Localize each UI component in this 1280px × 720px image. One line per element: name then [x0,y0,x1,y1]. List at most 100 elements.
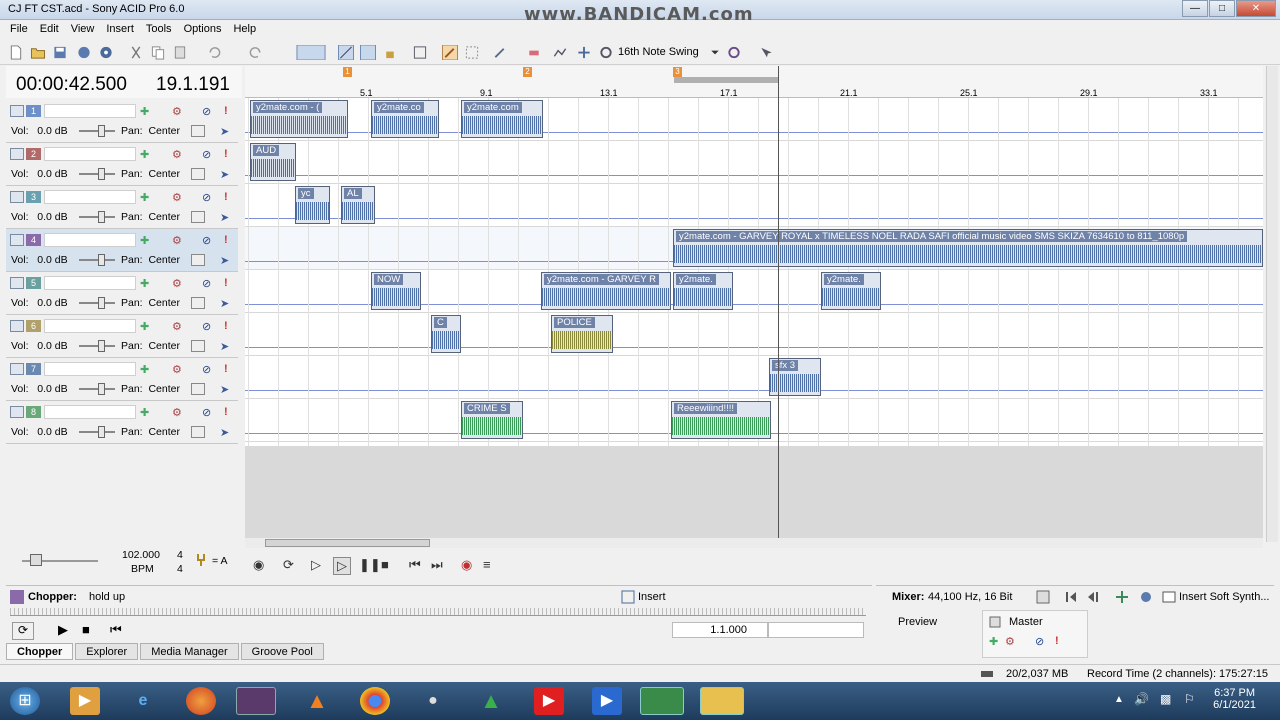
solo-icon[interactable]: ! [224,191,228,203]
metronome-icon[interactable]: ≡ [483,557,491,572]
ruler-marker[interactable]: 3 [673,67,682,77]
track-fx-icon[interactable]: ✚ [140,105,149,118]
chopper-loop-icon[interactable]: ⟳ [12,622,34,640]
solo-icon[interactable]: ! [224,363,228,375]
track-name-field[interactable] [44,104,136,118]
pan-readout[interactable]: Pan: Center [121,125,180,137]
volume-readout[interactable]: Vol: 0.0 dB [11,340,68,352]
system-clock[interactable]: 6:37 PM 6/1/2021 [1213,687,1256,711]
groove-pool-icon[interactable] [726,45,742,60]
master-slider-knob[interactable] [30,554,42,566]
player-icon[interactable]: ▶ [592,687,622,715]
track-expand-icon[interactable] [10,148,24,160]
close-button[interactable]: ✕ [1236,0,1276,17]
audio-event[interactable]: y2mate.com - GARVEY ROYAL x TIMELESS NOE… [673,229,1263,267]
chopper-length-field[interactable] [768,622,864,638]
track-fx-icon[interactable]: ✚ [140,191,149,204]
chopper-insert-button[interactable]: Insert [638,591,666,603]
track-fx-icon[interactable]: ✚ [140,277,149,290]
track-settings-icon[interactable]: ⚙ [172,406,182,419]
envelope-tool-icon[interactable] [552,45,568,60]
track-header[interactable]: 3 ✚ ⚙ ⊘ ! Vol: 0.0 dB Pan: Center ➤ [6,186,238,229]
firefox-icon[interactable] [186,687,216,715]
track-name-field[interactable] [44,319,136,333]
master-fx-icon[interactable]: ✚ [989,635,998,648]
media-player-icon[interactable]: ▶ [70,687,100,715]
save-icon[interactable] [52,45,68,60]
pan-readout[interactable]: Pan: Center [121,383,180,395]
split-tool-icon[interactable] [576,45,592,60]
pan-slider-knob[interactable] [191,125,205,137]
pan-readout[interactable]: Pan: Center [121,254,180,266]
solo-icon[interactable]: ! [224,234,228,246]
pan-slider-knob[interactable] [191,340,205,352]
volume-slider-knob[interactable] [98,125,105,137]
audio-event[interactable]: y2mate.com [461,100,543,138]
youtube-icon[interactable]: ▶ [534,687,564,715]
lock-envelopes-icon[interactable] [382,45,398,60]
pause-icon[interactable]: ❚❚ [359,557,381,573]
horizontal-scrollbar[interactable] [245,538,1263,548]
menu-tools[interactable]: Tools [140,20,178,40]
solo-icon[interactable]: ! [224,406,228,418]
pan-readout[interactable]: Pan: Center [121,168,180,180]
audio-event[interactable]: y2mate.com - GARVEY R [541,272,671,310]
solo-icon[interactable]: ! [224,277,228,289]
track-name-field[interactable] [44,405,136,419]
grid-icon[interactable] [412,45,428,60]
maximize-button[interactable]: □ [1209,0,1235,17]
time-signature-bottom[interactable]: 4 [177,563,183,575]
chopper-go-to-start-icon[interactable]: ⏮ [110,622,122,638]
audio-event[interactable]: sfx 3 [769,358,821,396]
scroll-thumb[interactable] [265,539,430,547]
track-settings-icon[interactable]: ⚙ [172,320,182,333]
audio-event[interactable]: AUD [250,143,296,181]
whats-this-icon[interactable] [758,45,774,60]
play-from-start-icon[interactable]: ▷ [311,557,321,573]
volume-readout[interactable]: Vol: 0.0 dB [11,211,68,223]
track-fx-icon[interactable]: ✚ [140,406,149,419]
chopper-position[interactable]: 1.1.000 [672,622,768,638]
volume-readout[interactable]: Vol: 0.0 dB [11,383,68,395]
pan-readout[interactable]: Pan: Center [121,340,180,352]
solo-icon[interactable]: ! [224,105,228,117]
timeline[interactable]: 1 2 3 5.1 9.1 13.1 17.1 21.1 25.1 29.1 33.1 y2mate… [245,66,1263,542]
audio-event[interactable]: C [431,315,461,353]
vertical-scrollbar[interactable] [1266,66,1278,542]
groove-icon[interactable] [598,45,614,60]
volume-slider-knob[interactable] [98,254,105,266]
chopper-stop-icon[interactable]: ■ [82,622,90,637]
volume-readout[interactable]: Vol: 0.0 dB [11,426,68,438]
track-header[interactable]: 4 ✚ ⚙ ⊘ ! Vol: 0.0 dB Pan: Center ➤ [6,229,238,272]
track-settings-icon[interactable]: ⚙ [172,105,182,118]
time-signature-top[interactable]: 4 [177,549,183,561]
loop-icon[interactable]: ⟳ [283,557,294,573]
audio-event[interactable]: y2mate.com - ( [250,100,348,138]
pan-slider-knob[interactable] [191,426,205,438]
track-fx-icon[interactable]: ✚ [140,363,149,376]
pan-slider-knob[interactable] [191,297,205,309]
chrome-icon[interactable] [360,687,390,715]
pan-slider-knob[interactable] [191,254,205,266]
mute-icon[interactable]: ⊘ [202,148,211,161]
new-file-icon[interactable] [8,45,24,60]
tab-media-manager[interactable]: Media Manager [140,643,239,660]
ruler-marker[interactable]: 2 [523,67,532,77]
network-icon[interactable]: ▩ [1160,692,1171,706]
mute-icon[interactable]: ⊘ [202,406,211,419]
solo-icon[interactable]: ! [224,148,228,160]
auto-crossfade-icon[interactable] [338,45,354,60]
chopper-play-icon[interactable]: ▶ [58,622,68,638]
track-header[interactable]: 8 ✚ ⚙ ⊘ ! Vol: 0.0 dB Pan: Center ➤ [6,401,238,444]
insert-soft-synth-button[interactable]: Insert Soft Synth... [1179,591,1270,603]
cut-icon[interactable] [128,45,144,60]
track-header[interactable]: 7 ✚ ⚙ ⊘ ! Vol: 0.0 dB Pan: Center ➤ [6,358,238,401]
open-folder-icon[interactable] [30,45,46,60]
tab-groove-pool[interactable]: Groove Pool [240,643,324,660]
tray-up-icon[interactable]: ▲ [1114,694,1124,705]
erase-tool-icon[interactable] [526,45,542,60]
action-center-icon[interactable]: ⚐ [1184,692,1195,706]
volume-slider-knob[interactable] [98,297,105,309]
go-to-end-icon[interactable]: ⏭ [431,557,443,573]
pan-readout[interactable]: Pan: Center [121,211,180,223]
